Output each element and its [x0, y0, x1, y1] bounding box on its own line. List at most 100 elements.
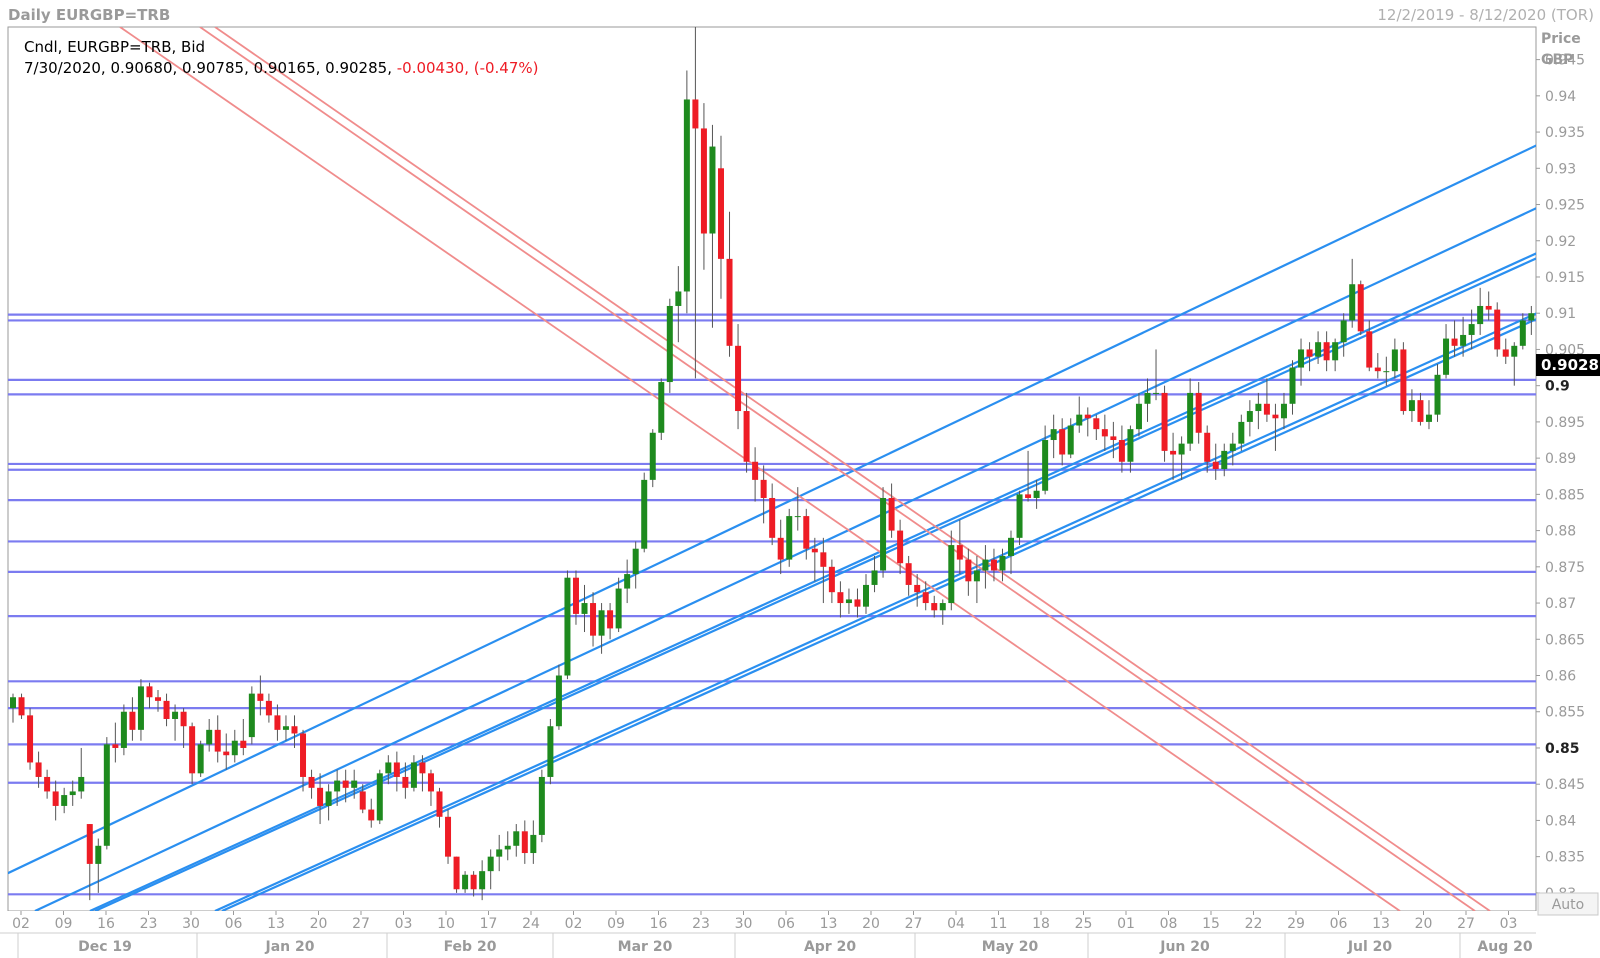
candle-body	[1118, 440, 1125, 462]
time-tick-label: 02	[12, 916, 30, 932]
candle-body	[1298, 349, 1305, 368]
candle-body	[300, 733, 307, 777]
ohlc-date: 7/30/2020,	[24, 59, 106, 77]
candlestick-chart[interactable]: Daily EURGBP=TRB 12/2/2019 - 8/12/2020 (…	[0, 0, 1600, 958]
month-label: Feb 20	[444, 939, 497, 955]
candle	[1494, 302, 1501, 357]
candle-body	[496, 849, 503, 857]
time-tick-label: 20	[310, 916, 328, 932]
candle-body	[1289, 367, 1296, 404]
candle	[1400, 342, 1407, 415]
price-tick-label: 0.92	[1545, 234, 1576, 250]
price-axis-label: Price	[1541, 31, 1581, 47]
candle-body	[35, 762, 42, 777]
candle-body	[1127, 429, 1134, 462]
candle	[683, 70, 690, 314]
price-tick-label: 0.925	[1545, 198, 1585, 214]
month-label: Aug 20	[1477, 939, 1532, 955]
candle-body	[274, 715, 281, 730]
candle-body	[990, 559, 997, 571]
time-tick-label: 20	[862, 916, 880, 932]
price-tick-label: 0.86	[1545, 669, 1576, 685]
time-tick-label: 23	[140, 916, 158, 932]
candle-body	[1357, 284, 1364, 332]
ohlc-readout: 7/30/2020, 0.90680, 0.90785, 0.90165, 0.…	[24, 59, 539, 77]
time-tick-label: 27	[905, 916, 923, 932]
month-label: Jul 20	[1347, 939, 1393, 955]
time-tick-label: 25	[1075, 916, 1093, 932]
candle-body	[1008, 537, 1015, 556]
price-tick-label: 0.895	[1545, 415, 1585, 431]
candle-body	[1255, 403, 1262, 412]
candle-body	[334, 780, 341, 792]
candle-body	[709, 146, 716, 234]
month-label: Jun 20	[1159, 939, 1210, 955]
candle-body	[572, 577, 579, 614]
price-tick-label: 0.87	[1545, 596, 1576, 612]
price-tick-label: 0.845	[1545, 777, 1585, 793]
candle-body	[342, 780, 349, 788]
candle-body	[649, 432, 656, 480]
candle	[547, 718, 554, 785]
candle-body	[10, 697, 16, 709]
time-tick-label: 03	[1500, 916, 1518, 932]
candle-body	[803, 516, 810, 549]
candle-body	[973, 570, 980, 582]
candle-body	[1067, 425, 1074, 455]
candle-body	[103, 744, 110, 846]
candle-body	[1425, 414, 1432, 422]
candle-body	[632, 548, 639, 575]
candle-body	[231, 740, 238, 756]
candle-body	[1280, 403, 1287, 419]
candle-body	[317, 787, 324, 806]
candle	[445, 809, 452, 864]
candle-body	[555, 675, 562, 727]
candle-body	[1144, 392, 1151, 404]
candle-body	[1221, 450, 1228, 469]
candle-body	[726, 258, 733, 346]
price-tick-label: 0.94	[1545, 89, 1576, 105]
candle-body	[914, 584, 921, 593]
candle-body	[1084, 414, 1091, 419]
candle-body	[769, 497, 776, 538]
price-tick-label: 0.88	[1545, 524, 1576, 540]
candle-body	[189, 726, 196, 774]
chart-window: Daily EURGBP=TRB 12/2/2019 - 8/12/2020 (…	[0, 0, 1600, 958]
candle-body	[939, 603, 946, 611]
candle-body	[1366, 331, 1373, 368]
candle-body	[1332, 342, 1339, 361]
candle-body	[777, 537, 784, 560]
price-tick-label: 0.89	[1545, 451, 1576, 467]
candle-body	[1195, 392, 1202, 433]
candle-body	[1400, 349, 1407, 412]
month-label: May 20	[982, 939, 1039, 955]
candle-body	[163, 700, 170, 719]
candle-body	[487, 856, 494, 872]
candle-body	[325, 791, 332, 806]
time-tick-label: 23	[692, 916, 710, 932]
chart-title: Daily EURGBP=TRB	[8, 6, 170, 24]
candle-body	[240, 740, 247, 748]
price-tick-label: 0.93	[1545, 161, 1576, 177]
candle-body	[1468, 324, 1475, 335]
candle-body	[180, 711, 187, 727]
candle-body	[1161, 392, 1168, 451]
candle-body	[470, 874, 477, 890]
time-tick-label: 03	[395, 916, 413, 932]
time-tick-label: 01	[1117, 916, 1135, 932]
candle-body	[1187, 392, 1194, 444]
candle-body	[1374, 367, 1381, 372]
candle-body	[786, 516, 793, 560]
time-tick-label: 27	[1457, 916, 1475, 932]
candle-body	[615, 588, 622, 629]
candle-body	[1485, 305, 1492, 310]
title-bar	[0, 0, 1600, 27]
auto-scale-label: Auto	[1552, 897, 1585, 913]
candle-body	[368, 809, 375, 821]
candle-body	[1408, 400, 1415, 412]
candle-body	[760, 479, 767, 498]
candle-body	[1093, 418, 1100, 430]
candle-body	[265, 700, 272, 716]
price-tick-label: 0.85	[1545, 741, 1580, 757]
time-tick-label: 04	[947, 916, 965, 932]
